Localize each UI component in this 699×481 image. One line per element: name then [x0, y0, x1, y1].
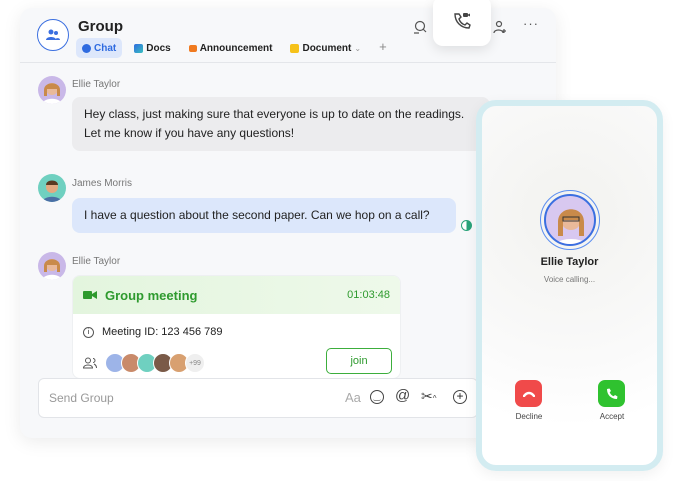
tab-label: Docs [146, 42, 171, 54]
meeting-duration: 01:03:48 [347, 289, 390, 301]
meeting-card: Group meeting 01:03:48 i Meeting ID: 123… [72, 275, 401, 379]
accept-button[interactable] [598, 380, 625, 407]
video-camera-icon [83, 291, 97, 299]
participants-icon [83, 357, 97, 369]
message-composer[interactable]: Send Group Aa ‿ @ ✂^ + [38, 378, 478, 418]
phone-icon [606, 388, 617, 399]
meeting-id: Meeting ID: 123 456 789 [102, 326, 223, 338]
tab-chat[interactable]: Chat [76, 38, 123, 58]
more-icon[interactable]: ··· [523, 16, 539, 31]
text-format-icon[interactable]: Aa [345, 390, 361, 405]
add-tab-button[interactable]: + [373, 38, 393, 58]
phone-video-icon [454, 13, 471, 29]
avatar-ellie [38, 252, 66, 280]
sender-name: Ellie Taylor [72, 79, 121, 90]
megaphone-icon [188, 44, 197, 52]
message-bubble: I have a question about the second paper… [72, 198, 456, 233]
tab-announcement[interactable]: Announcement [183, 38, 279, 58]
hang-up-icon [522, 391, 535, 397]
chat-icon [82, 43, 91, 53]
group-avatar-icon [37, 19, 69, 51]
add-member-icon[interactable] [493, 20, 507, 37]
participant-avatars: +99 [105, 353, 205, 373]
info-icon: i [83, 326, 94, 338]
join-button[interactable]: join [326, 348, 392, 374]
decline-label: Decline [515, 412, 543, 421]
tab-label: Document [302, 42, 352, 54]
docs-icon [134, 43, 144, 53]
emoji-icon[interactable]: ‿ [370, 390, 384, 404]
message-text: Let me know if you have any questions! [84, 126, 295, 140]
video-call-button[interactable] [433, 0, 491, 46]
chevron-down-icon: ⌄ [354, 43, 362, 53]
folder-icon [290, 43, 300, 53]
message-text: Hey class, just making sure that everyon… [84, 107, 465, 121]
sender-name: James Morris [72, 178, 133, 189]
tab-docs[interactable]: Docs [128, 38, 176, 58]
add-icon[interactable]: + [453, 390, 467, 404]
avatar-james [38, 174, 66, 202]
search-icon[interactable] [413, 20, 427, 37]
message-bubble: Hey class, just making sure that everyon… [72, 97, 490, 151]
caller-name: Ellie Taylor [540, 256, 599, 268]
caller-avatar [540, 190, 600, 250]
accept-label: Accept [599, 412, 625, 421]
group-title: Group [78, 18, 123, 35]
avatar-ellie [38, 76, 66, 104]
incoming-call-panel: Ellie Taylor Voice calling... Decline Ac… [476, 100, 663, 471]
decline-button[interactable] [515, 380, 542, 407]
meeting-title: Group meeting [105, 287, 198, 303]
more-participants-count: +99 [185, 353, 205, 373]
sender-name: Ellie Taylor [72, 256, 121, 267]
call-status: Voice calling... [543, 275, 596, 284]
mention-icon[interactable]: @ [395, 387, 410, 404]
screenshot-scissors-icon[interactable]: ✂^ [421, 388, 437, 405]
tab-label: Announcement [199, 42, 273, 54]
composer-placeholder: Send Group [49, 391, 114, 405]
tab-document[interactable]: Document ⌄ [284, 38, 367, 58]
read-status-icon [461, 220, 472, 231]
tab-label: Chat [94, 42, 117, 54]
